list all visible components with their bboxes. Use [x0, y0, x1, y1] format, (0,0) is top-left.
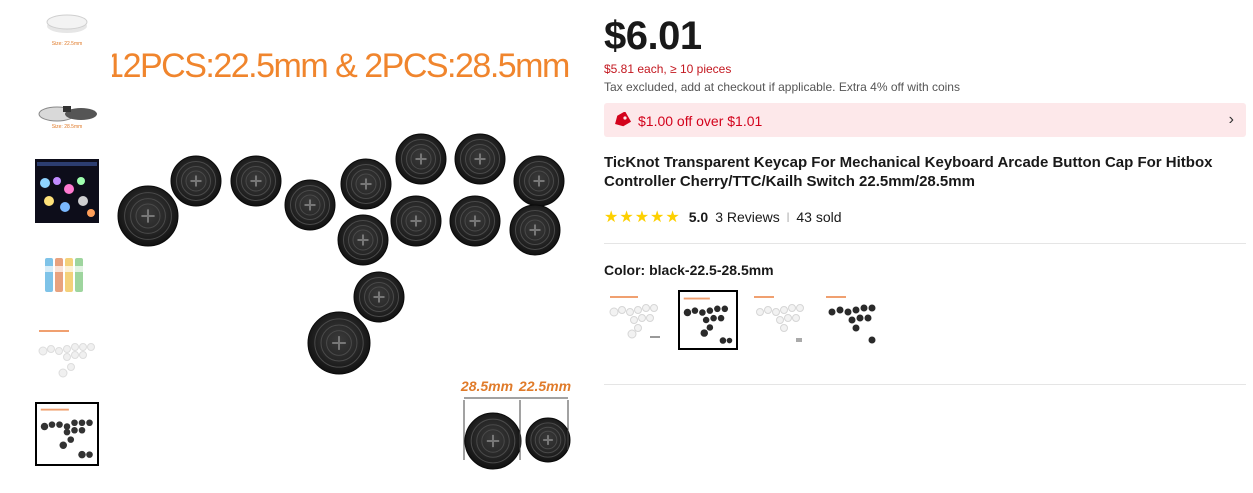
keycap — [454, 133, 506, 185]
thumbnail-5[interactable] — [35, 325, 99, 389]
star-rating-icon: ★★★★★ — [604, 209, 681, 226]
keycap — [395, 133, 447, 185]
coupon-banner[interactable]: $1.00 off over $1.01 › — [604, 103, 1246, 137]
reviews-link[interactable]: 3 Reviews — [715, 209, 780, 225]
keycap-group — [117, 133, 571, 470]
thumbnail-1[interactable]: Size: 22.5mm — [35, 8, 99, 72]
keycap — [340, 158, 392, 210]
divider — [604, 243, 1246, 244]
color-label: Color: black-22.5-28.5mm — [604, 262, 774, 278]
keycap — [449, 195, 501, 247]
keycap — [170, 155, 222, 207]
separator: | — [786, 211, 790, 223]
product-title: TicKnot Transparent Keycap For Mechanica… — [604, 154, 1213, 190]
swatch-black-22-5-28-5[interactable] — [678, 290, 738, 350]
keycap — [230, 155, 282, 207]
tax-note: Tax excluded, add at checkout if applica… — [604, 80, 960, 94]
keycap — [117, 185, 179, 247]
price: $6.01 — [604, 14, 702, 58]
image-headline: 12PCS:22.5mm & 2PCS:28.5mm — [112, 47, 569, 85]
chevron-right-icon: › — [1228, 111, 1234, 128]
coupon-text: $1.00 off over $1.01 — [638, 113, 763, 129]
main-product-image[interactable]: 12PCS:22.5mm & 2PCS:28.5mm 28.5mm 22.5mm — [112, 20, 582, 470]
thumbnail-3[interactable] — [35, 159, 99, 223]
size-label-small: 22.5mm — [518, 378, 571, 394]
thumb-caption: Size: 22.5mm — [52, 41, 83, 47]
keycap — [307, 311, 371, 375]
thumbnail-4[interactable] — [35, 242, 99, 306]
keycap — [464, 412, 522, 470]
keycap — [525, 417, 571, 463]
keycap — [284, 179, 336, 231]
swatch-white-22-5-28-5[interactable] — [606, 290, 666, 350]
keycap — [337, 214, 389, 266]
divider — [604, 384, 1246, 385]
thumbnail-2[interactable]: Size: 28.5mm — [35, 88, 99, 152]
thumb-caption: Size: 28.5mm — [52, 124, 83, 130]
keycap — [353, 271, 405, 323]
keycap — [509, 204, 561, 256]
keycap — [513, 155, 565, 207]
rating-row: ★★★★★ 5.0 3 Reviews | 43 sold — [604, 208, 842, 226]
rating-score: 5.0 — [688, 209, 709, 225]
thumbnail-6-selected[interactable] — [35, 402, 99, 466]
sold-count: 43 sold — [796, 209, 842, 225]
size-label-large: 28.5mm — [460, 378, 513, 394]
tag-icon — [615, 112, 631, 127]
swatch-white-22-5[interactable] — [750, 290, 810, 350]
keycap — [390, 195, 442, 247]
swatch-black-22-5[interactable] — [822, 290, 882, 350]
bulk-price: $5.81 each, ≥ 10 pieces — [604, 62, 732, 76]
